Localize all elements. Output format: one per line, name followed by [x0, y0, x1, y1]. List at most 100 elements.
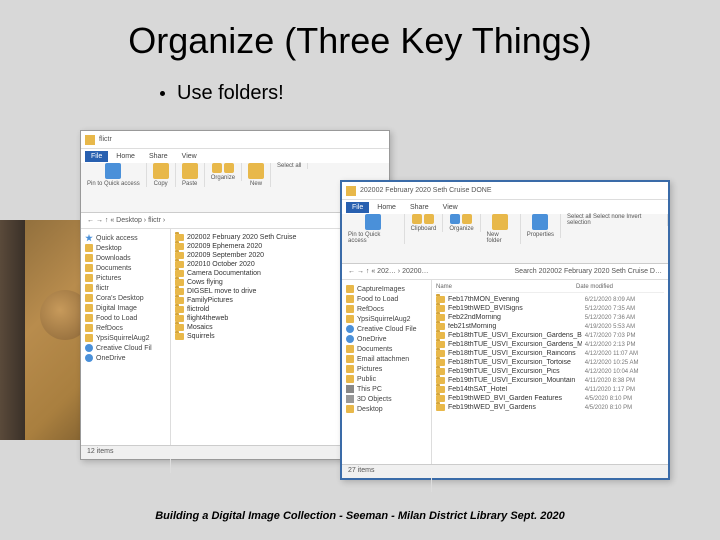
folder-name: Squirrels: [187, 333, 215, 340]
breadcrumb[interactable]: ← → ↑ « 202… › 20200… Search 202002 Febr…: [342, 264, 668, 280]
folder-icon: [436, 305, 445, 312]
sidebar-item[interactable]: Food to Load: [346, 294, 427, 304]
ribbon-group-clipboard: Pin to Quick access: [81, 163, 147, 187]
folder-icon: [85, 264, 93, 272]
tab-file[interactable]: File: [346, 202, 369, 213]
folder-item[interactable]: Feb17thMON_Evening6/21/2020 8:09 AM: [436, 295, 664, 304]
sidebar-item[interactable]: flictr: [85, 283, 166, 293]
sidebar-item[interactable]: Documents: [85, 263, 166, 273]
tab-view[interactable]: View: [437, 202, 464, 213]
window-title: 202002 February 2020 Seth Cruise DONE: [360, 187, 492, 194]
sidebar-item[interactable]: YpsiSquirrelAug2: [85, 333, 166, 343]
folder-item[interactable]: Feb19thWED_BVI_Gardens4/5/2020 8:10 PM: [436, 403, 664, 412]
tab-home[interactable]: Home: [371, 202, 402, 213]
folder-item[interactable]: Feb18thTUE_USVI_Excursion_Tortoise4/12/2…: [436, 358, 664, 367]
folder-icon: [436, 359, 445, 366]
sidebar-item[interactable]: OneDrive: [85, 353, 166, 363]
folder-item[interactable]: Feb18thTUE_USVI_Excursion_Gardens_Mornin…: [436, 340, 664, 349]
folder-icon: [436, 332, 445, 339]
tab-home[interactable]: Home: [110, 151, 141, 162]
sidebar-label: Public: [357, 376, 376, 383]
bullet-text: Use folders!: [177, 82, 284, 105]
sidebar-label: Downloads: [96, 255, 131, 262]
new-folder-icon[interactable]: [248, 163, 264, 179]
folder-icon: [85, 274, 93, 282]
properties-icon[interactable]: [532, 214, 548, 230]
folder-item[interactable]: Feb19thWED_BVISigns5/12/2020 7:35 AM: [436, 304, 664, 313]
pin-icon[interactable]: [365, 214, 381, 230]
sidebar-label: This PC: [357, 386, 382, 393]
sidebar-item[interactable]: Downloads: [85, 253, 166, 263]
sidebar-item[interactable]: OneDrive: [346, 334, 427, 344]
sidebar-label: Pictures: [357, 366, 382, 373]
folder-item[interactable]: Feb14thSAT_Hotel4/11/2020 1:17 PM: [436, 385, 664, 394]
breadcrumb-path: ← → ↑ « Desktop › flictr ›: [87, 217, 165, 224]
delete-icon[interactable]: [224, 163, 234, 173]
folder-item[interactable]: Feb19thTUE_USVI_Excursion_Mountain4/11/2…: [436, 376, 664, 385]
copy-icon[interactable]: [153, 163, 169, 179]
sidebar-item[interactable]: This PC: [346, 384, 427, 394]
paste-icon[interactable]: [182, 163, 198, 179]
sidebar-item[interactable]: Pictures: [346, 364, 427, 374]
date-modified: 4/12/2020 10:04 AM: [585, 369, 664, 375]
sidebar-item[interactable]: Creative Cloud Fil: [85, 343, 166, 353]
folder-name: Feb14thSAT_Hotel: [448, 386, 582, 393]
bullet-item: Use folders!: [160, 82, 720, 105]
copyto-icon[interactable]: [462, 214, 472, 224]
folder-icon: [85, 334, 93, 342]
sidebar-label: Documents: [357, 346, 392, 353]
folder-icon: [346, 405, 354, 413]
date-modified: 4/12/2020 2:13 PM: [585, 342, 664, 348]
paste-icon[interactable]: [424, 214, 434, 224]
sidebar-label: RefDocs: [357, 306, 384, 313]
sidebar-item[interactable]: Desktop: [85, 243, 166, 253]
sidebar-item[interactable]: Email attachmen: [346, 354, 427, 364]
cloud-icon: [85, 344, 93, 352]
new-folder-icon[interactable]: [492, 214, 508, 230]
tab-file[interactable]: File: [85, 151, 108, 162]
ribbon-group-new: New folder: [481, 214, 521, 244]
window-titlebar[interactable]: flictr: [81, 131, 389, 149]
folder-item[interactable]: Feb19thTUE_USVI_Excursion_Pics4/12/2020 …: [436, 367, 664, 376]
pin-icon[interactable]: [105, 163, 121, 179]
folder-icon: [346, 365, 354, 373]
sidebar-item[interactable]: CaptureImages: [346, 284, 427, 294]
sidebar-item[interactable]: 3D Objects: [346, 394, 427, 404]
sidebar-item[interactable]: Desktop: [346, 404, 427, 414]
sidebar-item[interactable]: Digital Image: [85, 303, 166, 313]
search-box[interactable]: Search 202002 February 2020 Seth Cruise …: [515, 268, 662, 275]
folder-icon: [85, 244, 93, 252]
folder-item[interactable]: feb21stMorning4/19/2020 5:53 AM: [436, 322, 664, 331]
copy-icon[interactable]: [412, 214, 422, 224]
sidebar-item[interactable]: RefDocs: [346, 304, 427, 314]
window-titlebar[interactable]: 202002 February 2020 Seth Cruise DONE: [342, 182, 668, 200]
tab-share[interactable]: Share: [143, 151, 174, 162]
date-modified: 5/12/2020 7:35 AM: [585, 306, 664, 312]
move-icon[interactable]: [450, 214, 460, 224]
sidebar-item[interactable]: RefDocs: [85, 323, 166, 333]
folder-item[interactable]: Feb22ndMorning5/12/2020 7:36 AM: [436, 313, 664, 322]
file-list: Name Date modified Feb17thMON_Evening6/2…: [432, 280, 668, 492]
tab-view[interactable]: View: [176, 151, 203, 162]
ribbon-group-open: Properties: [521, 214, 561, 238]
folder-item[interactable]: Feb18thTUE_USVI_Excursion_Gardens_Banaqu…: [436, 331, 664, 340]
sidebar-item[interactable]: Pictures: [85, 273, 166, 283]
sidebar-item[interactable]: Creative Cloud File: [346, 324, 427, 334]
sidebar-item[interactable]: Documents: [346, 344, 427, 354]
sidebar-label: OneDrive: [96, 355, 126, 362]
folder-icon: [436, 341, 445, 348]
sidebar-label: Quick access: [96, 235, 138, 242]
ribbon-group-paste: Paste: [176, 163, 205, 187]
sidebar-item[interactable]: Cora's Desktop: [85, 293, 166, 303]
tab-share[interactable]: Share: [404, 202, 435, 213]
sidebar-item[interactable]: Public: [346, 374, 427, 384]
sidebar-item[interactable]: YpsiSquirrelAug2: [346, 314, 427, 324]
folder-item[interactable]: Feb19thWED_BVI_Garden Features4/5/2020 8…: [436, 394, 664, 403]
column-headers[interactable]: Name Date modified: [436, 284, 664, 293]
sidebar-label: Digital Image: [96, 305, 137, 312]
sidebar-item[interactable]: Food to Load: [85, 313, 166, 323]
folder-name: Feb19thWED_BVISigns: [448, 305, 582, 312]
folder-item[interactable]: Feb18thTUE_USVI_Excursion_Raincons4/12/2…: [436, 349, 664, 358]
sidebar-item[interactable]: Quick access: [85, 233, 166, 243]
move-icon[interactable]: [212, 163, 222, 173]
